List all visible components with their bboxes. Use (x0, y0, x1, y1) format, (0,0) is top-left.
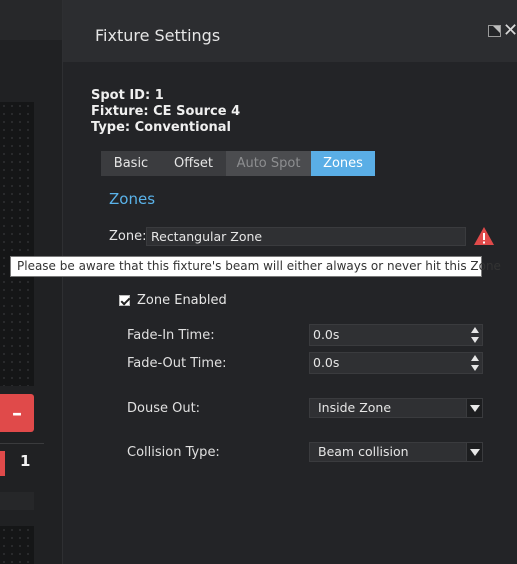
background-grid-panel (0, 102, 34, 386)
chevron-down-icon[interactable] (466, 443, 482, 461)
fade-out-stepper-icon[interactable] (471, 355, 479, 371)
fade-in-stepper-icon[interactable] (471, 327, 479, 343)
douse-out-select[interactable]: Inside Zone (309, 398, 483, 418)
dialog-title: Fixture Settings (95, 26, 221, 45)
section-title: Zones (109, 190, 156, 208)
zone-label: Zone: (109, 229, 147, 244)
tab-zones[interactable]: Zones (311, 151, 375, 176)
tab-offset[interactable]: Offset (161, 151, 226, 176)
fixture-info: Spot ID: 1 Fixture: CE Source 4 Type: Co… (91, 88, 240, 136)
douse-out-value: Inside Zone (318, 400, 392, 415)
zone-name-input[interactable] (146, 227, 466, 246)
douse-out-label: Douse Out: (127, 401, 201, 416)
tab-basic[interactable]: Basic (101, 151, 161, 176)
fade-in-spinbox[interactable]: 0.0s (309, 324, 483, 346)
tab-auto-spot[interactable]: Auto Spot (226, 151, 311, 176)
fixture-settings-dialog: Fixture Settings ✕ Spot ID: 1 Fixture: C… (10, 0, 517, 564)
collision-type-select[interactable]: Beam collision (309, 442, 483, 462)
background-bar (0, 492, 34, 510)
zone-enabled-label: Zone Enabled (137, 293, 227, 308)
row-color-marker (0, 451, 5, 476)
background-grid-panel-lower (0, 526, 34, 564)
background-divider (0, 443, 44, 444)
warning-tooltip: Please be aware that this fixture's beam… (10, 256, 501, 277)
zone-enabled-checkbox[interactable] (119, 295, 130, 306)
app-root: – 1 Fixture Settings ✕ Spot ID: 1 Fixtur… (0, 0, 517, 564)
close-icon[interactable]: ✕ (503, 20, 517, 41)
zone-enabled-row: Zone Enabled (119, 293, 227, 308)
dialog-header: Fixture Settings ✕ (63, 0, 517, 62)
popout-icon[interactable] (488, 25, 501, 37)
fade-in-label: Fade-In Time: (127, 328, 215, 343)
remove-button[interactable]: – (0, 394, 34, 432)
spot-id-text: Spot ID: 1 (91, 88, 164, 103)
fade-out-value: 0.0s (313, 355, 340, 370)
collision-type-value: Beam collision (318, 444, 409, 459)
fixture-text: Fixture: CE Source 4 (91, 104, 241, 119)
fade-in-value: 0.0s (313, 327, 340, 342)
collision-type-label: Collision Type: (127, 445, 220, 460)
background-app: – 1 (0, 0, 62, 564)
fade-out-label: Fade-Out Time: (127, 356, 227, 371)
warning-triangle-icon (474, 227, 494, 245)
settings-tabs: Basic Offset Auto Spot Zones (101, 151, 375, 176)
fade-out-spinbox[interactable]: 0.0s (309, 352, 483, 374)
chevron-down-icon[interactable] (466, 399, 482, 417)
type-text: Type: Conventional (91, 120, 232, 135)
row-number: 1 (20, 452, 31, 470)
background-topbar (0, 0, 62, 40)
